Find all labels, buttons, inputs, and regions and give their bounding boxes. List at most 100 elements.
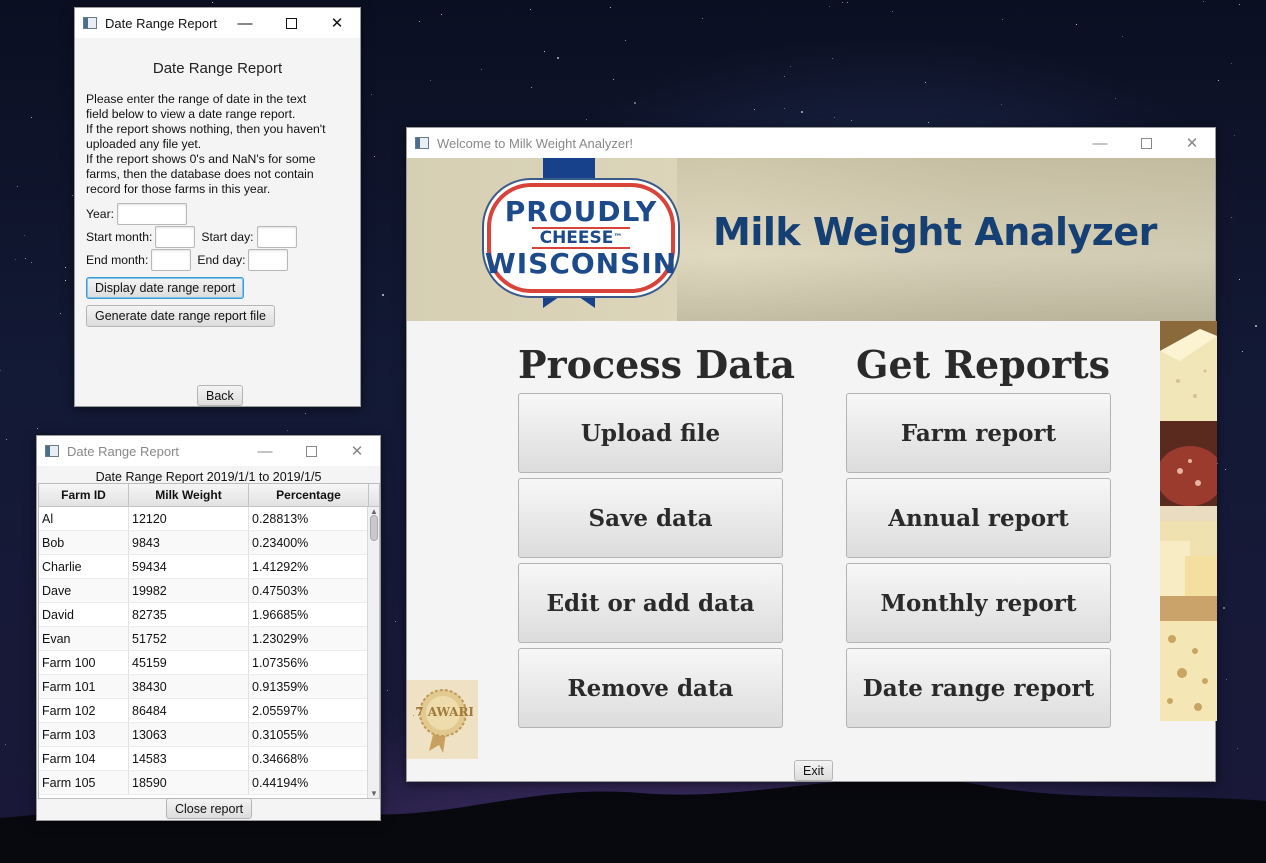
percentage-cell: 1.07356% [249, 651, 369, 674]
milk-weight-cell: 9843 [129, 531, 249, 554]
farm-id-cell: Evan [39, 627, 129, 650]
milk-weight-cell: 86484 [129, 699, 249, 722]
monthly-report-button[interactable]: Monthly report [846, 563, 1111, 643]
save-data-button[interactable]: Save data [518, 478, 783, 558]
star [850, 120, 852, 122]
table-row[interactable]: Farm 102 86484 2.05597% [39, 699, 379, 723]
date-range-input-window: Date Range Report — ✕ Date Range Report … [74, 7, 361, 407]
percentage-cell: 1.96685% [249, 603, 369, 626]
remove-data-button[interactable]: Remove data [518, 648, 783, 728]
scroll-down-arrow-icon[interactable]: ▼ [370, 789, 378, 798]
star [1233, 135, 1235, 137]
minimize-icon[interactable]: — [242, 436, 288, 466]
star [530, 87, 532, 89]
star [0, 370, 2, 372]
end-month-field[interactable] [151, 249, 192, 271]
star [834, 117, 836, 119]
table-row[interactable]: Dave 19982 0.47503% [39, 579, 379, 603]
star [610, 7, 612, 9]
date-range-table-window: Date Range Report — ✕ Date Range Report … [36, 435, 381, 821]
display-report-button[interactable]: Display date range report [86, 277, 245, 299]
table-row[interactable]: Farm 105 18590 0.44194% [39, 771, 379, 795]
maximize-icon[interactable] [288, 436, 334, 466]
generate-report-file-button[interactable]: Generate date range report file [86, 305, 275, 327]
description-line: record for those farms in this year. [86, 182, 271, 196]
milk-weight-cell: 12120 [129, 507, 249, 530]
percentage-cell: 0.47503% [249, 579, 369, 602]
star [24, 258, 26, 260]
input-window-titlebar[interactable]: Date Range Report — ✕ [75, 8, 360, 38]
minimize-icon[interactable]: — [222, 8, 268, 38]
column-header-milk-weight[interactable]: Milk Weight [129, 484, 249, 506]
percentage-cell: 0.28813% [249, 507, 369, 530]
start-day-label: Start day: [201, 230, 254, 244]
end-day-field[interactable] [248, 249, 289, 271]
exit-button[interactable]: Exit [794, 760, 833, 781]
close-icon[interactable]: ✕ [1169, 128, 1215, 158]
table-row[interactable]: Farm 103 13063 0.31055% [39, 723, 379, 747]
maximize-icon[interactable] [268, 8, 314, 38]
star [1115, 98, 1117, 100]
year-field[interactable] [117, 203, 188, 225]
table-row[interactable]: Charlie 59434 1.41292% [39, 555, 379, 579]
edit-or-add-data-button[interactable]: Edit or add data [518, 563, 783, 643]
table-row[interactable]: Farm 104 14583 0.34668% [39, 747, 379, 771]
star [14, 258, 16, 260]
star [633, 101, 636, 104]
upload-file-button[interactable]: Upload file [518, 393, 783, 473]
star [1239, 279, 1241, 281]
star [440, 13, 442, 15]
star [71, 195, 73, 197]
start-day-field[interactable] [256, 226, 297, 248]
salami-image [1160, 421, 1217, 521]
close-report-button[interactable]: Close report [166, 798, 253, 819]
table-row[interactable]: David 82735 1.96685% [39, 603, 379, 627]
description-line: uploaded any file yet. [86, 137, 202, 151]
start-row: Start month: Start day: [86, 226, 297, 248]
input-description: Please enter the range of date in the te… [86, 92, 356, 197]
close-icon[interactable]: ✕ [334, 436, 380, 466]
main-window-title: Welcome to Milk Weight Analyzer! [437, 135, 634, 151]
minimize-icon[interactable]: — [1077, 128, 1123, 158]
header-banner: PROUDLY CHEESE™ WISCONSIN Milk Weight An… [407, 158, 1215, 321]
column-header-percentage[interactable]: Percentage [249, 484, 369, 506]
star [481, 68, 483, 70]
date-range-report-button[interactable]: Date range report [846, 648, 1111, 728]
scrollbar-thumb[interactable] [370, 515, 378, 541]
farm-id-cell: Farm 101 [39, 675, 129, 698]
farm-report-button[interactable]: Farm report [846, 393, 1111, 473]
maximize-icon[interactable] [1123, 128, 1169, 158]
column-header-farm-id[interactable]: Farm ID [39, 484, 129, 506]
star [304, 413, 306, 415]
table-scrollbar[interactable]: ▲ ▼ [367, 507, 379, 798]
star [1242, 351, 1244, 353]
table-window-titlebar[interactable]: Date Range Report — ✕ [37, 436, 380, 466]
main-window-titlebar[interactable]: Welcome to Milk Weight Analyzer! — ✕ [407, 128, 1215, 158]
cheese-blocks-image [1160, 521, 1217, 621]
back-button[interactable]: Back [197, 385, 243, 406]
close-icon[interactable]: ✕ [314, 8, 360, 38]
table-row[interactable]: Farm 101 38430 0.91359% [39, 675, 379, 699]
farm-id-cell: Farm 102 [39, 699, 129, 722]
app-window-icon [45, 445, 59, 457]
year-row: Year: [86, 203, 188, 225]
star [370, 93, 372, 95]
table-window-title: Date Range Report [67, 443, 180, 459]
description-line: Please enter the range of date in the te… [86, 92, 307, 106]
table-row[interactable]: Al 12120 0.28813% [39, 507, 379, 531]
milk-weight-cell: 38430 [129, 675, 249, 698]
milk-weight-cell: 18590 [129, 771, 249, 794]
back-row: Back [197, 385, 243, 406]
star [1255, 324, 1258, 327]
table-row[interactable]: Bob 9843 0.23400% [39, 531, 379, 555]
app-title: Milk Weight Analyzer [713, 210, 1157, 254]
input-window-title: Date Range Report [105, 15, 218, 31]
table-row[interactable]: Farm 100 45159 1.07356% [39, 651, 379, 675]
logo-text-line3: WISCONSIN [484, 247, 678, 280]
annual-report-button[interactable]: Annual report [846, 478, 1111, 558]
star [17, 186, 19, 188]
report-table[interactable]: Farm ID Milk Weight Percentage Al 12120 0.… [38, 483, 380, 799]
table-row[interactable]: Evan 51752 1.23029% [39, 627, 379, 651]
start-month-field[interactable] [155, 226, 196, 248]
star [924, 82, 926, 84]
